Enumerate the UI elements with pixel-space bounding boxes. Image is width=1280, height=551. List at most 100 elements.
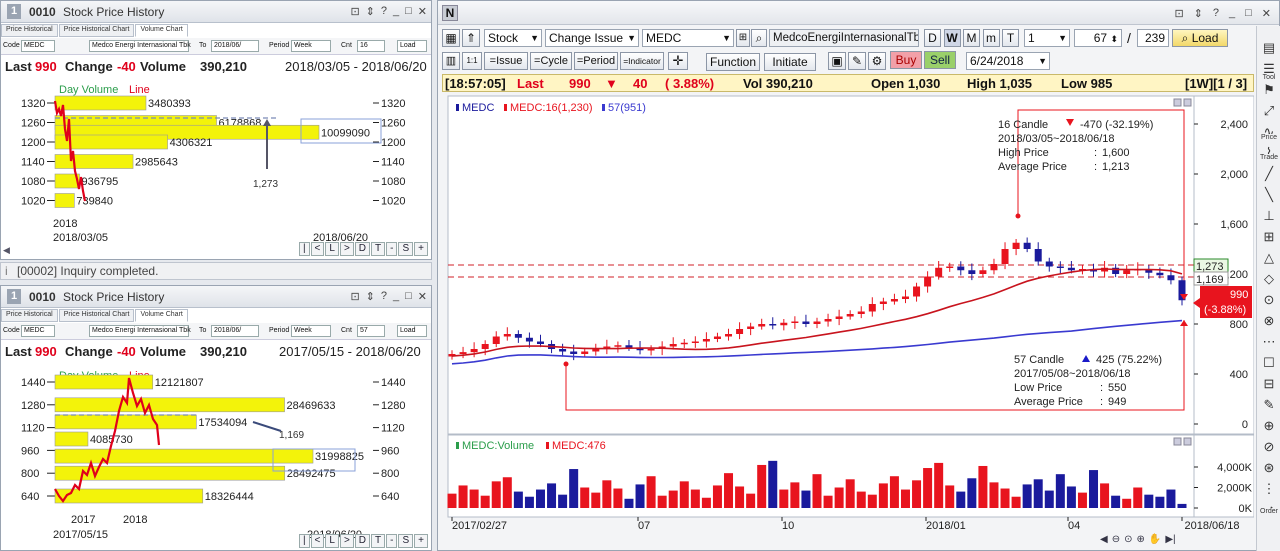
close-icon[interactable]: ✕	[418, 5, 427, 18]
period-select[interactable]: Week	[291, 40, 331, 52]
help-icon[interactable]: ?	[1213, 7, 1219, 20]
save-icon[interactable]: ▣	[828, 52, 846, 70]
link-icon[interactable]: ⊡	[350, 290, 359, 303]
toolbar-tool-icon[interactable]: ⊗	[1257, 313, 1280, 329]
code-input[interactable]: MEDC	[21, 40, 55, 52]
nav-button-5[interactable]: T	[371, 242, 386, 256]
zoom-reset-icon[interactable]: ⊙	[1124, 534, 1132, 545]
nav-button-4[interactable]: D	[354, 242, 371, 256]
tab-price-historical-chart[interactable]: Price Historical Chart	[58, 309, 135, 322]
toolbar-tool-icon[interactable]: ⋯	[1257, 334, 1280, 350]
toolbar-tool-icon[interactable]: ◇	[1257, 271, 1280, 287]
code-list-icon[interactable]: ⊞	[736, 29, 750, 47]
pin-icon[interactable]: ⇕	[366, 290, 375, 303]
window-titlebar[interactable]: 1 0010 Stock Price History ⊡ ⇕ ? _ □ ✕	[1, 1, 431, 23]
period-button-W[interactable]: W	[943, 29, 961, 47]
buy-button[interactable]: Buy	[890, 51, 922, 69]
nav-button-1[interactable]: <	[310, 534, 325, 548]
market-select[interactable]: Stock ▼	[484, 29, 542, 47]
scroll-end-icon[interactable]: ▶|	[1165, 534, 1175, 545]
toolbar-tool-icon[interactable]: ╱	[1257, 166, 1280, 182]
panel-minimize-icon[interactable]	[1173, 437, 1182, 446]
period-button-M[interactable]: M	[963, 29, 980, 47]
tab-volume-chart[interactable]: Volume Chart	[135, 309, 188, 322]
crosshair-icon[interactable]: ✛	[668, 52, 688, 70]
upload-icon[interactable]: ⇑	[462, 29, 480, 47]
tab-price-historical[interactable]: Price Historical	[1, 24, 58, 37]
period-button-T[interactable]: T	[1002, 29, 1019, 47]
tab-price-historical-chart[interactable]: Price Historical Chart	[58, 24, 135, 37]
help-icon[interactable]: ?	[381, 5, 387, 18]
toolbar-tool-icon[interactable]: ⋮	[1257, 481, 1280, 497]
minimize-icon[interactable]: _	[1229, 7, 1235, 20]
tools-icon[interactable]: ✎	[848, 52, 866, 70]
load-button[interactable]: Load	[397, 325, 427, 337]
zoom-out-icon[interactable]: ⊖	[1112, 534, 1120, 545]
indicator-button[interactable]: =Indicator	[620, 52, 664, 70]
maximize-icon[interactable]: □	[405, 290, 412, 303]
minimize-icon[interactable]: _	[393, 290, 399, 303]
main-titlebar[interactable]: N ⊡ ⇕ ? _ □ ✕	[438, 1, 1279, 25]
help-icon[interactable]: ?	[381, 290, 387, 303]
nav-button-0[interactable]: |	[298, 534, 310, 548]
nav-button-6[interactable]: -	[386, 242, 398, 256]
code-input[interactable]: MEDC	[21, 325, 55, 337]
nav-button-1[interactable]: <	[310, 242, 325, 256]
link-icon[interactable]: ⊡	[1174, 7, 1183, 20]
toolbar-tool-icon[interactable]: ⊛	[1257, 460, 1280, 476]
period-button-m[interactable]: m	[982, 29, 1000, 47]
window-titlebar[interactable]: 1 0010 Stock Price History ⊡ ⇕ ? _ □ ✕	[1, 286, 431, 308]
close-icon[interactable]: ✕	[1262, 7, 1271, 20]
minimize-icon[interactable]: _	[393, 5, 399, 18]
toolbar-tool-icon[interactable]: ☐	[1257, 355, 1280, 371]
toolbar-tool-icon[interactable]: ⊘	[1257, 439, 1280, 455]
toolbar-tool-icon[interactable]: ▤	[1257, 40, 1280, 56]
layout-icon[interactable]: ▥	[442, 52, 460, 70]
toolbar-tool-icon[interactable]: ⊕	[1257, 418, 1280, 434]
toolbar-tool-icon[interactable]: ✎	[1257, 397, 1280, 413]
period-select[interactable]: Week	[291, 325, 331, 337]
one-to-one-icon[interactable]: 1:1	[462, 52, 482, 70]
period-button[interactable]: =Period	[574, 52, 618, 70]
main-load-button[interactable]: ⌕ Load	[1172, 29, 1228, 47]
sell-button[interactable]: Sell	[924, 51, 956, 69]
maximize-icon[interactable]: □	[1245, 7, 1252, 20]
interval-input[interactable]: 1 ▼	[1024, 29, 1070, 47]
toolbar-tool-icon[interactable]: ⊞	[1257, 229, 1280, 245]
nav-button-2[interactable]: L	[325, 242, 339, 256]
nav-button-6[interactable]: -	[386, 534, 398, 548]
nav-button-7[interactable]: S	[398, 242, 414, 256]
toolbar-tool-icon[interactable]: ⚑	[1257, 82, 1280, 98]
zoom-in-icon[interactable]: ⊕	[1136, 534, 1144, 545]
close-icon[interactable]: ✕	[418, 290, 427, 303]
maximize-icon[interactable]: □	[405, 5, 412, 18]
toolbar-tool-icon[interactable]: ⊥	[1257, 208, 1280, 224]
function-button[interactable]: Function	[706, 53, 760, 71]
scroll-left-icon[interactable]: ◀	[3, 245, 10, 256]
panel-close-icon[interactable]	[1183, 437, 1192, 446]
tab-price-historical[interactable]: Price Historical	[1, 309, 58, 322]
spinner-icon[interactable]: ⬍	[1110, 34, 1118, 44]
to-date-input[interactable]: 2018/06/	[211, 325, 259, 337]
nav-button-3[interactable]: >	[339, 242, 354, 256]
scroll-left-icon[interactable]: ◀	[1100, 534, 1108, 545]
nav-button-8[interactable]: +	[414, 242, 428, 256]
count-input[interactable]: 57	[357, 325, 385, 337]
toolbar-tool-icon[interactable]: △	[1257, 250, 1280, 266]
toolbar-label-order[interactable]: Order	[1257, 508, 1280, 515]
settings-icon[interactable]: ⚙	[868, 52, 886, 70]
toolbar-tool-icon[interactable]: ⊟	[1257, 376, 1280, 392]
count-input[interactable]: 16	[357, 40, 385, 52]
toolbar-label-price[interactable]: Price	[1257, 134, 1280, 141]
period-button-D[interactable]: D	[924, 29, 941, 47]
link-icon[interactable]: ⊡	[350, 5, 359, 18]
issue-button[interactable]: =Issue	[484, 52, 528, 70]
nav-button-8[interactable]: +	[414, 534, 428, 548]
cycle-button[interactable]: =Cycle	[530, 52, 572, 70]
nav-button-4[interactable]: D	[354, 534, 371, 548]
grid-icon[interactable]: ▦	[442, 29, 460, 47]
toolbar-tool-icon[interactable]: ⊙	[1257, 292, 1280, 308]
mode-select[interactable]: Change Issue ▼	[545, 29, 639, 47]
to-date-input[interactable]: 2018/06/	[211, 40, 259, 52]
toolbar-label-trade[interactable]: Trade	[1257, 154, 1280, 161]
